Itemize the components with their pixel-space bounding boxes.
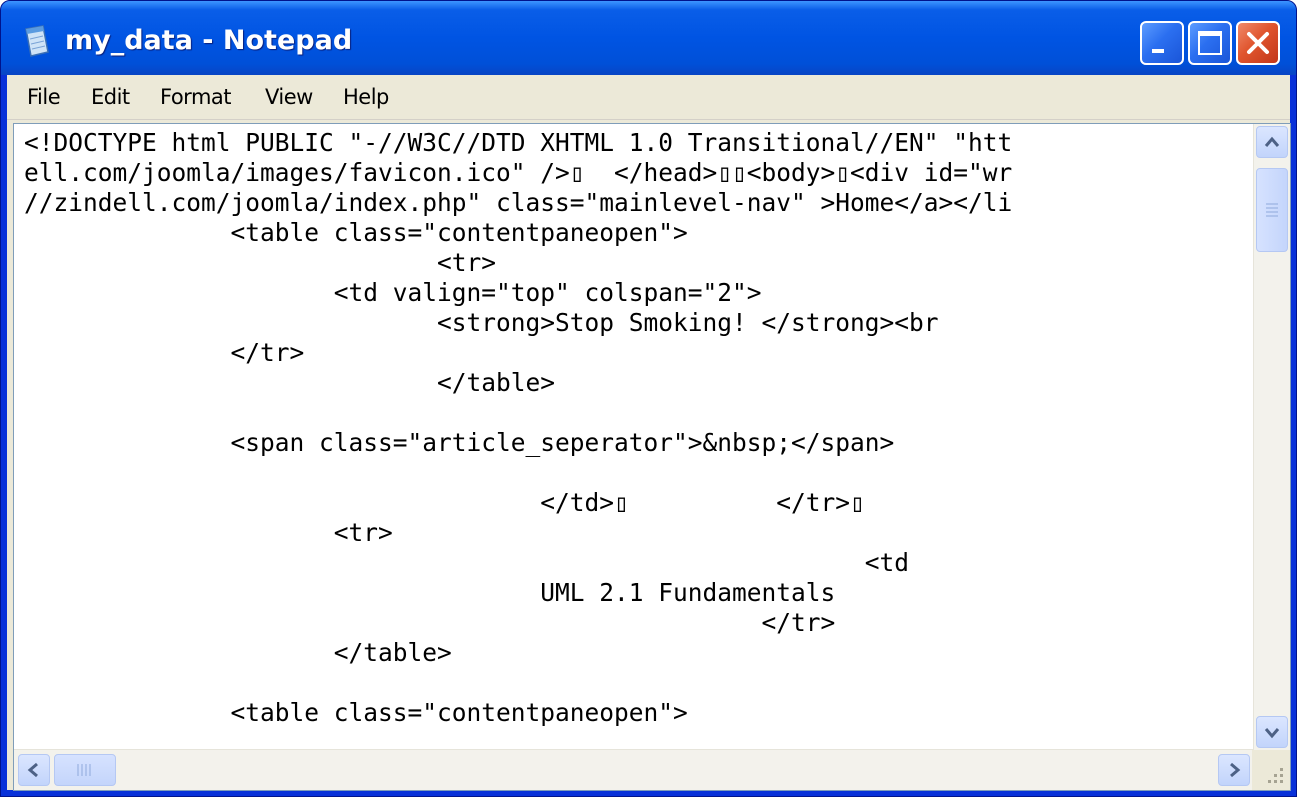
menu-help[interactable]: Help	[343, 75, 389, 119]
text-line: <td valign="top" colspan="2">	[24, 278, 762, 307]
text-line: ell.com/joomla/images/favicon.ico" />▯ <…	[24, 158, 1013, 187]
menu-bar: File Edit Format View Help	[7, 75, 1290, 120]
text-line: <!DOCTYPE html PUBLIC "-//W3C//DTD XHTML…	[24, 128, 1013, 157]
maximize-button[interactable]	[1188, 21, 1232, 65]
text-line: </table>	[24, 638, 452, 667]
scroll-right-button[interactable]	[1218, 754, 1250, 786]
text-line: <td	[24, 548, 910, 577]
text-line: <span class="article_seperator">&nbsp;</…	[24, 428, 895, 457]
grip-lines-icon	[77, 764, 91, 776]
scroll-right-arrow-icon	[1230, 762, 1241, 778]
scroll-up-arrow-icon	[1264, 136, 1280, 147]
document-text[interactable]: <!DOCTYPE html PUBLIC "-//W3C//DTD XHTML…	[24, 128, 1252, 748]
resize-grip-icon	[1268, 768, 1283, 783]
text-line: </tr>	[24, 338, 305, 367]
scroll-left-arrow-icon	[27, 762, 38, 778]
close-button[interactable]	[1236, 21, 1280, 65]
menu-format[interactable]: Format	[160, 75, 232, 119]
notepad-icon[interactable]	[23, 25, 51, 57]
vertical-scrollbar[interactable]	[1253, 124, 1290, 750]
text-line: //zindell.com/joomla/index.php" class="m…	[24, 188, 1013, 217]
maximize-icon	[1198, 31, 1222, 55]
grip-lines-icon	[1266, 203, 1278, 217]
text-line: </table>	[24, 368, 556, 397]
close-icon	[1247, 32, 1269, 54]
resize-grip[interactable]	[1252, 750, 1290, 790]
scroll-down-button[interactable]	[1256, 716, 1288, 748]
minimize-button[interactable]	[1140, 21, 1184, 65]
menu-file[interactable]: File	[27, 75, 61, 119]
menu-view[interactable]: View	[265, 75, 313, 119]
text-editor[interactable]: <!DOCTYPE html PUBLIC "-//W3C//DTD XHTML…	[13, 123, 1291, 791]
text-line: UML 2.1 Fundamentals	[24, 578, 836, 607]
text-line: <tr>	[24, 518, 393, 547]
horizontal-scroll-thumb[interactable]	[54, 754, 116, 786]
text-line: </td>▯ </tr>▯	[24, 488, 865, 517]
notepad-window: my_data - Notepad File Edit Format View	[0, 0, 1297, 797]
text-line: <table class="contentpaneopen">	[24, 698, 688, 727]
scroll-left-button[interactable]	[18, 754, 50, 786]
text-line: <strong>Stop Smoking! </strong><br	[24, 308, 939, 337]
horizontal-scrollbar[interactable]	[14, 749, 1254, 790]
scroll-up-button[interactable]	[1256, 126, 1288, 158]
text-line: <tr>	[24, 248, 497, 277]
vertical-scroll-thumb[interactable]	[1256, 168, 1288, 252]
scroll-down-arrow-icon	[1264, 728, 1280, 739]
minimize-icon	[1152, 49, 1164, 53]
window-client-area: File Edit Format View Help <!DOCTYPE htm…	[7, 75, 1291, 791]
window-title: my_data - Notepad	[65, 25, 353, 56]
text-line: <table class="contentpaneopen">	[24, 218, 688, 247]
menu-edit[interactable]: Edit	[91, 75, 130, 119]
text-line: </tr>	[24, 608, 836, 637]
title-bar[interactable]: my_data - Notepad	[1, 1, 1296, 75]
